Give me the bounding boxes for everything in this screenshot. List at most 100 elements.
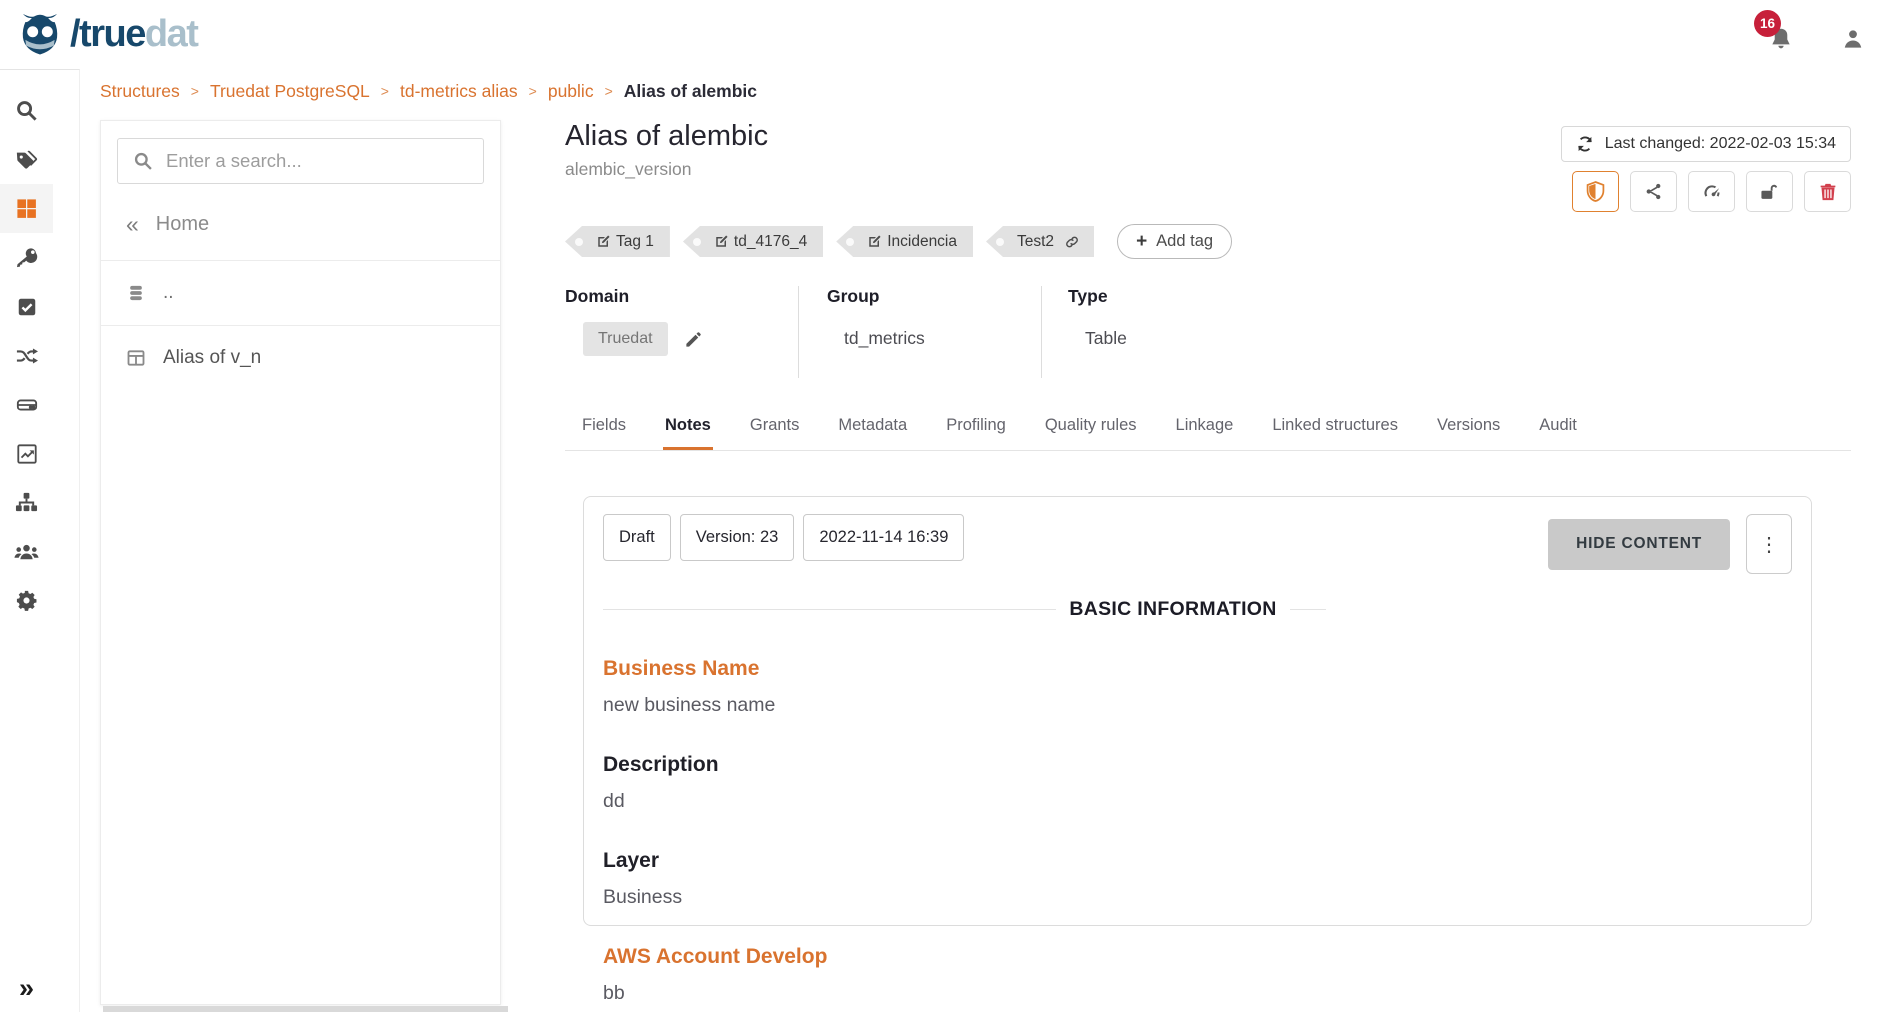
hide-content-button[interactable]: HIDE CONTENT	[1548, 519, 1730, 570]
note-status-badge: Draft	[603, 514, 671, 561]
note-card: Draft Version: 23 2022-11-14 16:39 HIDE …	[583, 496, 1812, 926]
tab-linkage[interactable]: Linkage	[1174, 406, 1236, 450]
add-tag-button[interactable]: + Add tag	[1117, 224, 1232, 259]
table-icon	[126, 348, 146, 368]
rail-shuffle-icon[interactable]	[0, 331, 53, 380]
tag-chip[interactable]: td_4176_4	[683, 226, 823, 257]
breadcrumb-current: Alias of alembic	[624, 81, 757, 102]
structure-info-row: Domain Truedat Group td_metrics Type	[565, 286, 1851, 378]
tab-quality-rules[interactable]: Quality rules	[1043, 406, 1139, 450]
share-button[interactable]	[1630, 171, 1677, 212]
tab-profiling[interactable]: Profiling	[944, 406, 1008, 450]
top-bar: /truedat 16	[0, 0, 1896, 69]
tag-chip[interactable]: Test2	[986, 226, 1094, 257]
edit-icon	[596, 234, 611, 249]
truedat-logo[interactable]: /truedat	[14, 9, 197, 61]
search-box[interactable]	[117, 138, 484, 184]
rail-tasks-icon[interactable]	[0, 282, 53, 331]
note-field-value: bb	[603, 982, 1792, 1005]
tab-metadata[interactable]: Metadata	[836, 406, 909, 450]
note-section-header: BASIC INFORMATION	[603, 598, 1792, 621]
search-icon	[133, 151, 153, 171]
horizontal-scrollbar[interactable]	[103, 1006, 508, 1012]
brand-text: /truedat	[70, 13, 197, 56]
tab-versions[interactable]: Versions	[1435, 406, 1502, 450]
tab-grants[interactable]: Grants	[748, 406, 802, 450]
unlock-icon	[1759, 182, 1780, 202]
tag-label: Incidencia	[887, 233, 957, 251]
breadcrumb-item[interactable]: td-metrics alias	[400, 81, 518, 102]
tag-label: Tag 1	[616, 233, 654, 251]
search-input[interactable]	[166, 150, 468, 172]
delete-button[interactable]	[1804, 171, 1851, 212]
breadcrumb-item[interactable]: Structures	[100, 81, 180, 102]
browser-item-parent[interactable]: ..	[101, 261, 500, 325]
rail-tags-icon[interactable]	[0, 135, 53, 184]
tag-chip[interactable]: Incidencia	[836, 226, 973, 257]
note-field-label: Business Name	[603, 657, 1792, 681]
note-field: Description dd	[603, 753, 1792, 813]
share-icon	[1644, 182, 1663, 201]
confidential-button[interactable]	[1572, 171, 1619, 212]
edit-domain-button[interactable]	[684, 330, 703, 349]
browser-home-link[interactable]: « Home	[101, 194, 500, 260]
structure-browser-panel: « Home .. Alias of v_n	[100, 120, 501, 1005]
breadcrumb-separator: >	[381, 83, 389, 99]
expand-sidebar-icon[interactable]: »	[0, 975, 53, 1002]
group-label: Group	[827, 286, 1041, 307]
user-menu-button[interactable]	[1840, 26, 1866, 52]
main-content: Alias of alembic alembic_version Last ch…	[565, 112, 1851, 926]
breadcrumb-separator: >	[191, 83, 199, 99]
rail-analytics-icon[interactable]	[0, 429, 53, 478]
note-field-value: Business	[603, 886, 1792, 909]
browser-item-structure[interactable]: Alias of v_n	[101, 326, 500, 390]
tab-notes[interactable]: Notes	[663, 406, 713, 450]
tag-chip[interactable]: Tag 1	[565, 226, 670, 257]
note-header-actions: HIDE CONTENT ⋮	[1548, 514, 1792, 574]
tag-label: Test2	[1017, 233, 1054, 251]
note-field: Business Name new business name	[603, 657, 1792, 717]
breadcrumb-item[interactable]: public	[548, 81, 594, 102]
notification-badge: 16	[1754, 10, 1781, 37]
kebab-icon: ⋮	[1759, 532, 1779, 557]
rail-lineage-icon[interactable]	[0, 478, 53, 527]
note-menu-button[interactable]: ⋮	[1746, 514, 1792, 574]
domain-chip[interactable]: Truedat	[583, 322, 668, 356]
breadcrumb-item[interactable]: Truedat PostgreSQL	[210, 81, 370, 102]
note-timestamp-badge: 2022-11-14 16:39	[803, 514, 964, 561]
browser-item-label: ..	[163, 282, 174, 304]
tab-audit[interactable]: Audit	[1537, 406, 1579, 450]
breadcrumb: Structures > Truedat PostgreSQL > td-met…	[100, 69, 757, 113]
owl-logo-icon	[14, 9, 66, 61]
rail-settings-icon[interactable]	[0, 576, 53, 625]
breadcrumb-separator: >	[605, 83, 613, 99]
shield-icon	[1586, 181, 1605, 202]
note-badges: Draft Version: 23 2022-11-14 16:39	[603, 514, 964, 561]
structure-tabs: Fields Notes Grants Metadata Profiling Q…	[565, 406, 1851, 451]
note-field-label: AWS Account Develop	[603, 945, 1792, 969]
tag-label: td_4176_4	[734, 233, 807, 251]
notifications-button[interactable]: 16	[1768, 26, 1794, 52]
note-version-badge: Version: 23	[680, 514, 795, 561]
last-changed-button[interactable]: Last changed: 2022-02-03 15:34	[1561, 126, 1851, 162]
domain-label: Domain	[565, 286, 798, 307]
tab-fields[interactable]: Fields	[580, 406, 628, 450]
type-column: Type Table	[1041, 286, 1281, 378]
home-label: Home	[156, 213, 209, 236]
rail-key-icon[interactable]	[0, 233, 53, 282]
divider	[1290, 609, 1326, 610]
pencil-icon	[684, 330, 703, 349]
add-tag-label: Add tag	[1156, 232, 1213, 251]
rail-users-icon[interactable]	[0, 527, 53, 576]
type-label: Type	[1068, 286, 1281, 307]
rail-search-icon[interactable]	[0, 86, 53, 135]
rail-modules-icon[interactable]	[0, 184, 53, 233]
action-buttons	[1572, 171, 1851, 212]
edit-icon	[714, 234, 729, 249]
quality-gauge-button[interactable]	[1688, 171, 1735, 212]
page: /truedat 16	[0, 0, 1896, 1012]
edit-icon	[867, 234, 882, 249]
rail-storage-icon[interactable]	[0, 380, 53, 429]
tab-linked-structures[interactable]: Linked structures	[1270, 406, 1400, 450]
unlock-button[interactable]	[1746, 171, 1793, 212]
